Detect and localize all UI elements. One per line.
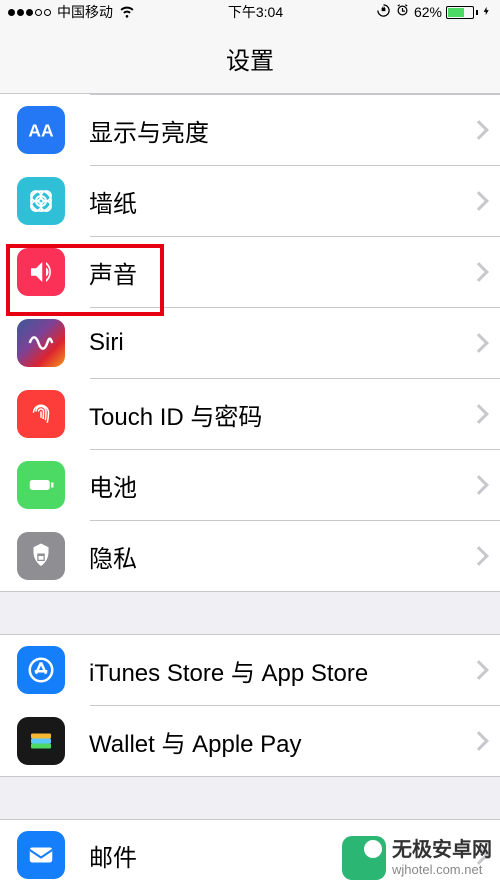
- signal-dots-icon: [8, 9, 51, 16]
- chevron-right-icon: [469, 546, 489, 566]
- battery-percent: 62%: [414, 4, 442, 20]
- battery-icon: [446, 6, 478, 19]
- chevron-right-icon: [469, 404, 489, 424]
- chevron-right-icon: [469, 333, 489, 353]
- watermark: 无极安卓网 wjhotel.com.net: [342, 836, 492, 880]
- row-label: Siri: [89, 329, 472, 357]
- row-label: 隐私: [89, 539, 472, 574]
- row-privacy[interactable]: 隐私: [0, 521, 500, 591]
- watermark-url: wjhotel.com.net: [392, 862, 492, 878]
- page-title: 设置: [226, 41, 274, 76]
- row-label: 墙纸: [89, 184, 472, 219]
- row-battery[interactable]: 电池: [0, 450, 500, 520]
- siri-icon: [17, 319, 65, 367]
- settings-list: AA 显示与亮度 墙纸 声音 Siri Touch ID 与密码: [0, 94, 500, 890]
- charging-icon: [482, 4, 492, 21]
- row-wallet[interactable]: Wallet 与 Apple Pay: [0, 706, 500, 776]
- time-label: 下午3:04: [228, 2, 283, 22]
- touchid-icon: [17, 390, 65, 438]
- display-icon: AA: [17, 106, 65, 154]
- battery-setting-icon: [17, 461, 65, 509]
- chevron-right-icon: [469, 660, 489, 680]
- carrier-label: 中国移动: [57, 2, 113, 22]
- wallpaper-icon: [17, 177, 65, 225]
- row-sounds[interactable]: 声音: [0, 237, 500, 307]
- row-display-brightness[interactable]: AA 显示与亮度: [0, 95, 500, 165]
- row-label: Touch ID 与密码: [89, 397, 472, 432]
- alarm-icon: [395, 3, 410, 21]
- wallet-icon: [17, 717, 65, 765]
- wifi-icon: [119, 3, 135, 22]
- chevron-right-icon: [469, 731, 489, 751]
- mail-icon: [17, 831, 65, 879]
- chevron-right-icon: [469, 120, 489, 140]
- chevron-right-icon: [469, 262, 489, 282]
- row-label: 显示与亮度: [89, 113, 472, 148]
- row-siri[interactable]: Siri: [0, 308, 500, 378]
- sounds-icon: [17, 248, 65, 296]
- status-bar: 中国移动 下午3:04 62%: [0, 0, 500, 24]
- nav-header: 设置: [0, 24, 500, 94]
- row-label: 电池: [89, 468, 472, 503]
- chevron-right-icon: [469, 475, 489, 495]
- status-left: 中国移动: [8, 2, 135, 22]
- row-label: Wallet 与 Apple Pay: [89, 724, 472, 759]
- watermark-title: 无极安卓网: [392, 838, 492, 862]
- privacy-icon: [17, 532, 65, 580]
- status-right: 62%: [376, 3, 492, 21]
- orientation-lock-icon: [376, 3, 391, 21]
- row-label: 声音: [89, 255, 472, 290]
- chevron-right-icon: [469, 191, 489, 211]
- svg-text:AA: AA: [28, 120, 54, 140]
- appstore-icon: [17, 646, 65, 694]
- watermark-logo-icon: [342, 836, 386, 880]
- row-label: iTunes Store 与 App Store: [89, 653, 472, 688]
- row-itunes[interactable]: iTunes Store 与 App Store: [0, 635, 500, 705]
- row-touchid[interactable]: Touch ID 与密码: [0, 379, 500, 449]
- row-wallpaper[interactable]: 墙纸: [0, 166, 500, 236]
